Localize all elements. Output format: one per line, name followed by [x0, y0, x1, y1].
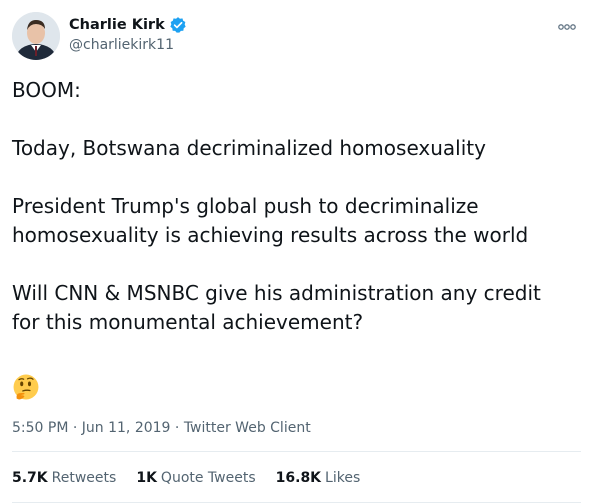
tweet-source[interactable]: Twitter Web Client: [184, 420, 311, 436]
tweet-date[interactable]: Jun 11, 2019: [82, 420, 171, 436]
quotes-label: Quote Tweets: [160, 470, 256, 486]
tweet-header: Charlie Kirk @charliekirk11: [12, 12, 581, 62]
divider: [12, 451, 581, 452]
meta-separator: ·: [68, 420, 82, 436]
likes-count: 16.8K: [275, 470, 322, 486]
tweet-stats: 5.7K Retweets 1K Quote Tweets 16.8K Likes: [12, 470, 360, 486]
meta-separator: ·: [170, 420, 184, 436]
retweets-label: Retweets: [51, 470, 117, 486]
likes-label: Likes: [325, 470, 361, 486]
tweet-meta: 5:50 PM · Jun 11, 2019 · Twitter Web Cli…: [12, 420, 311, 436]
tweet-time[interactable]: 5:50 PM: [12, 420, 68, 436]
verified-badge-icon: [169, 16, 187, 34]
quotes-count: 1K: [136, 470, 157, 486]
tweet-text: BOOM: Today, Botswana decriminalized hom…: [12, 78, 541, 334]
retweets-stat[interactable]: 5.7K Retweets: [12, 470, 116, 486]
thinking-face-icon: [12, 373, 40, 401]
display-name[interactable]: Charlie Kirk: [69, 17, 165, 33]
more-options-icon[interactable]: [557, 18, 577, 30]
author-handle[interactable]: @charliekirk11: [69, 37, 187, 53]
likes-stat[interactable]: 16.8K Likes: [276, 470, 361, 486]
retweets-count: 5.7K: [12, 470, 48, 486]
avatar[interactable]: [12, 12, 60, 60]
author-names: Charlie Kirk @charliekirk11: [69, 15, 187, 53]
quote-tweets-stat[interactable]: 1K Quote Tweets: [136, 470, 255, 486]
